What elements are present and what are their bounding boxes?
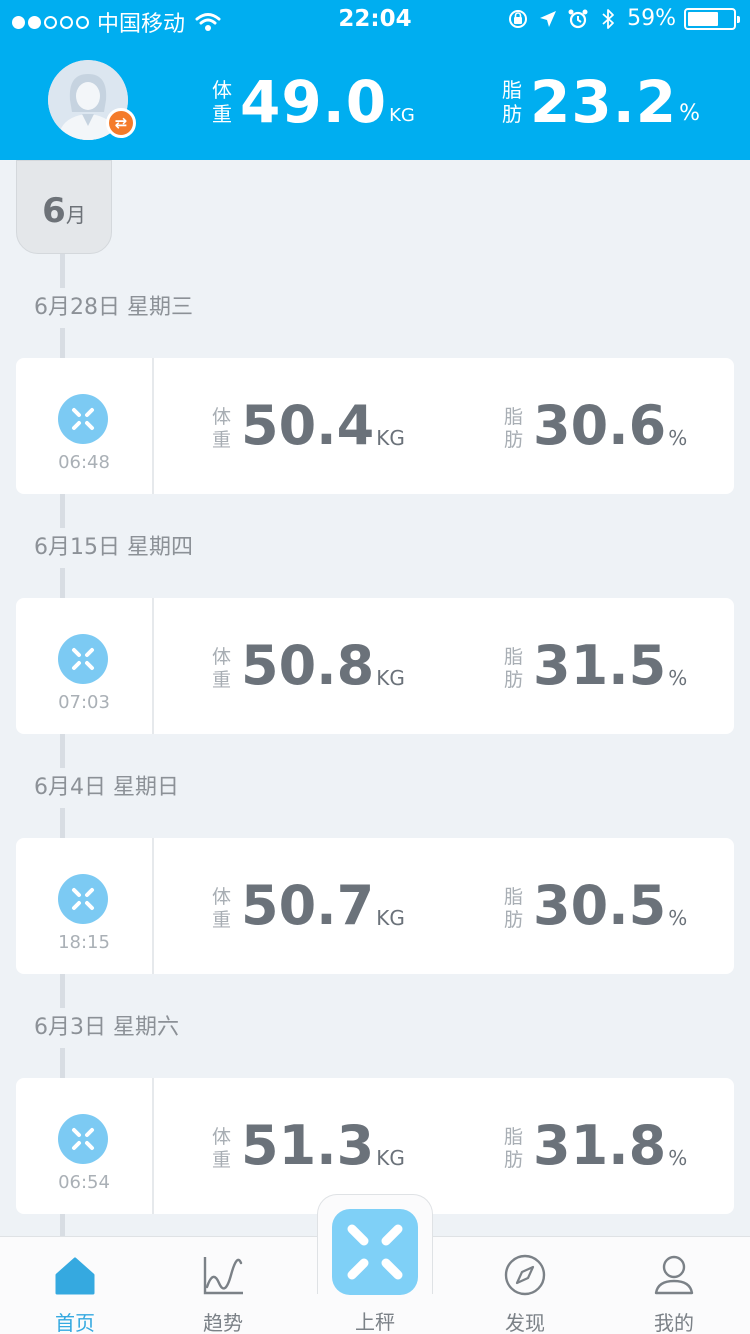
- record-date: 6月4日 星期日: [30, 768, 183, 808]
- month-unit: 月: [65, 203, 86, 227]
- location-icon: [540, 10, 557, 27]
- fat-unit: %: [668, 1146, 688, 1170]
- profile-icon: [654, 1255, 694, 1295]
- record-weight: 体重 50.7 KG: [212, 878, 405, 934]
- tab-discover[interactable]: 发现: [470, 1237, 580, 1334]
- weight-value: 51.3: [241, 1114, 375, 1177]
- fat-unit: %: [679, 101, 701, 126]
- divider: [152, 838, 154, 974]
- rotation-lock-icon: [509, 9, 528, 28]
- scale-icon: [58, 874, 108, 924]
- header: 中国移动 22:04 59% ⇄ 体 重 49.0 KG 脂 肪 23.2 %: [0, 0, 750, 160]
- weight-value: 50.7: [241, 874, 375, 937]
- fat-value: 30.5: [533, 874, 667, 937]
- divider: [152, 1078, 154, 1214]
- record-time: 06:54: [58, 1172, 110, 1193]
- tab-label: 首页: [55, 1311, 95, 1334]
- weight-unit: KG: [376, 666, 405, 690]
- tab-trend[interactable]: 趋势: [168, 1237, 278, 1334]
- record-date: 6月28日 星期三: [30, 288, 197, 328]
- fat-unit: %: [668, 426, 688, 450]
- fat-label: 肪: [504, 909, 524, 931]
- record-body-fat: 脂肪 31.8 %: [504, 1118, 687, 1174]
- current-weight: 体重 49.0 KG: [212, 72, 415, 132]
- bluetooth-icon: [602, 8, 614, 29]
- fat-label: 肪: [504, 1149, 524, 1171]
- fat-label: 脂: [504, 646, 524, 668]
- weight-value: 50.8: [241, 634, 375, 697]
- tab-label: 我的: [654, 1311, 694, 1334]
- fat-value: 30.6: [533, 394, 667, 457]
- switch-user-button[interactable]: ⇄: [106, 108, 136, 138]
- record-body-fat: 脂肪 30.5 %: [504, 878, 687, 934]
- home-icon: [55, 1257, 95, 1295]
- battery-percent: 59%: [627, 6, 676, 31]
- record-card[interactable]: 07:03 体重 50.8 KG 脂肪 31.5 %: [16, 598, 734, 734]
- record-card[interactable]: 18:15 体重 50.7 KG 脂肪 30.5 %: [16, 838, 734, 974]
- record-date: 6月15日 星期四: [30, 528, 197, 568]
- scale-icon: [347, 1224, 403, 1280]
- weight-label: 体: [212, 406, 232, 428]
- current-body-fat: 脂肪 23.2 %: [502, 72, 700, 132]
- swap-icon: ⇄: [114, 114, 128, 132]
- fat-value: 23.2: [530, 68, 678, 136]
- fat-label: 肪: [504, 669, 524, 691]
- fat-label: 脂: [504, 886, 524, 908]
- weight-label: 体: [212, 886, 232, 908]
- fat-unit: %: [668, 906, 688, 930]
- status-bar: 中国移动 22:04 59%: [0, 0, 750, 40]
- record-body-fat: 脂肪 30.6 %: [504, 398, 687, 454]
- weight-label: 体: [212, 646, 232, 668]
- weight-unit: KG: [376, 906, 405, 930]
- tab-label: 发现: [505, 1311, 545, 1334]
- divider: [152, 598, 154, 734]
- battery-icon: [684, 7, 740, 30]
- fat-label: 肪: [504, 429, 524, 451]
- weight-value: 49.0: [240, 68, 388, 136]
- fat-unit: %: [668, 666, 688, 690]
- record-time: 07:03: [58, 692, 110, 713]
- trend-chart-icon: [203, 1257, 243, 1295]
- month-number: 6: [42, 191, 66, 231]
- record-date: 6月3日 星期六: [30, 1008, 183, 1048]
- weight-label: 重: [212, 909, 232, 931]
- record-time: 06:48: [58, 452, 110, 473]
- record-weight: 体重 50.4 KG: [212, 398, 405, 454]
- weight-label: 体: [212, 78, 232, 102]
- record-weight: 体重 51.3 KG: [212, 1118, 405, 1174]
- scale-icon: [58, 634, 108, 684]
- weigh-label: 上秤: [355, 1310, 395, 1334]
- tab-label: 趋势: [203, 1311, 243, 1334]
- weight-label: 重: [212, 429, 232, 451]
- tab-profile[interactable]: 我的: [619, 1237, 729, 1334]
- compass-icon: [504, 1254, 546, 1296]
- record-card[interactable]: 06:48 体重 50.4 KG 脂肪 30.6 %: [16, 358, 734, 494]
- alarm-icon: [568, 9, 588, 28]
- record-body-fat: 脂肪 31.5 %: [504, 638, 687, 694]
- scale-icon: [58, 1114, 108, 1164]
- fat-label: 脂: [504, 406, 524, 428]
- weight-label: 重: [212, 1149, 232, 1171]
- fat-label: 脂: [504, 1126, 524, 1148]
- weight-label: 重: [212, 669, 232, 691]
- tab-home[interactable]: 首页: [20, 1237, 130, 1334]
- weight-label: 体: [212, 1126, 232, 1148]
- divider: [152, 358, 154, 494]
- weight-label: 重: [212, 102, 232, 126]
- month-badge: 6月: [16, 160, 112, 254]
- fat-value: 31.8: [533, 1114, 667, 1177]
- fat-label: 肪: [502, 102, 522, 126]
- record-time: 18:15: [58, 932, 110, 953]
- weight-unit: KG: [389, 105, 415, 126]
- fat-value: 31.5: [533, 634, 667, 697]
- record-weight: 体重 50.8 KG: [212, 638, 405, 694]
- weight-unit: KG: [376, 426, 405, 450]
- scale-icon: [58, 394, 108, 444]
- weigh-button[interactable]: [332, 1209, 418, 1295]
- weight-unit: KG: [376, 1146, 405, 1170]
- weight-value: 50.4: [241, 394, 375, 457]
- fat-label: 脂: [502, 78, 522, 102]
